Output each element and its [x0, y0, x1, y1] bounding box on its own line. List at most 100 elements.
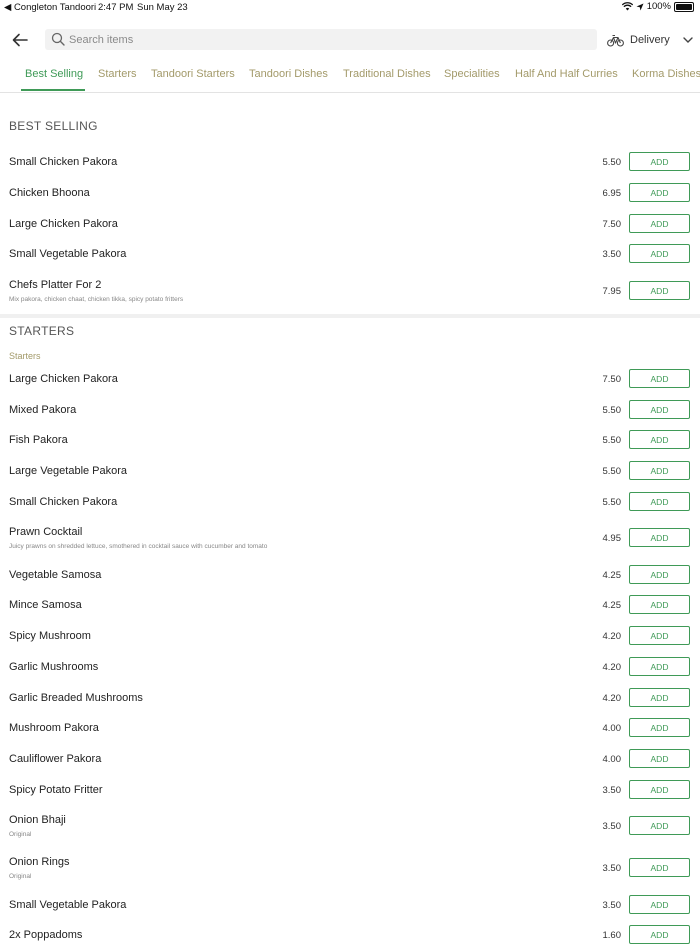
- add-button[interactable]: ADD: [629, 528, 690, 547]
- section-title-starters: STARTERS: [9, 324, 75, 338]
- item-name: Fish Pakora: [9, 434, 68, 446]
- add-button[interactable]: ADD: [629, 749, 690, 768]
- search-input[interactable]: [69, 29, 589, 50]
- item-price: 7.50: [602, 219, 622, 230]
- item-price: 4.00: [602, 754, 622, 765]
- item-price: 4.00: [602, 723, 622, 734]
- item-description: Original: [9, 831, 32, 838]
- search-bar[interactable]: [45, 29, 597, 50]
- item-price: 3.50: [602, 249, 622, 260]
- status-date: Sun May 23: [137, 2, 188, 13]
- add-button[interactable]: ADD: [629, 492, 690, 511]
- delivery-label: Delivery: [630, 34, 670, 46]
- item-price: 5.50: [602, 157, 622, 168]
- section-divider: [0, 314, 700, 318]
- add-button[interactable]: ADD: [629, 858, 690, 877]
- search-icon: [51, 32, 65, 46]
- item-description: Juicy prawns on shredded lettuce, smothe…: [9, 543, 268, 550]
- delivery-selector[interactable]: Delivery: [607, 31, 694, 49]
- back-arrow-button[interactable]: [9, 30, 31, 50]
- item-name: Large Vegetable Pakora: [9, 465, 128, 477]
- section-subheading: Starters: [9, 351, 41, 361]
- add-button[interactable]: ADD: [629, 595, 690, 614]
- status-right: 100%: [621, 1, 694, 12]
- item-price: 4.25: [602, 570, 622, 581]
- item-name: Chefs Platter For 2: [9, 279, 102, 291]
- status-time: 2:47 PM: [98, 2, 134, 13]
- item-name: Mushroom Pakora: [9, 722, 99, 734]
- tab-korma-dishes[interactable]: Korma Dishes: [632, 68, 700, 80]
- item-price: 4.20: [602, 693, 622, 704]
- item-price: 1.60: [602, 930, 622, 941]
- add-button[interactable]: ADD: [629, 214, 690, 233]
- tab-starters[interactable]: Starters: [98, 68, 137, 80]
- item-name: Mince Samosa: [9, 599, 82, 611]
- battery-percent: 100%: [646, 1, 671, 12]
- add-button[interactable]: ADD: [629, 461, 690, 480]
- item-price: 4.25: [602, 600, 622, 611]
- add-button[interactable]: ADD: [629, 183, 690, 202]
- location-arrow-icon: [636, 3, 644, 10]
- tab-half-and-half-curries[interactable]: Half And Half Curries: [515, 68, 618, 80]
- add-button[interactable]: ADD: [629, 281, 690, 300]
- item-name: Mixed Pakora: [9, 404, 77, 416]
- item-name: Onion Rings: [9, 856, 70, 868]
- item-name: Spicy Mushroom: [9, 630, 91, 642]
- item-name: Cauliflower Pakora: [9, 753, 102, 765]
- item-name: Small Vegetable Pakora: [9, 248, 127, 260]
- item-price: 7.95: [602, 286, 622, 297]
- tab-tandoori-dishes[interactable]: Tandoori Dishes: [249, 68, 328, 80]
- item-name: Chicken Bhoona: [9, 187, 90, 199]
- add-button[interactable]: ADD: [629, 565, 690, 584]
- add-button[interactable]: ADD: [629, 657, 690, 676]
- item-name: Vegetable Samosa: [9, 569, 102, 581]
- active-tab-indicator: [21, 89, 85, 91]
- add-button[interactable]: ADD: [629, 895, 690, 914]
- item-name: 2x Poppadoms: [9, 929, 83, 941]
- tab-traditional-dishes[interactable]: Traditional Dishes: [343, 68, 431, 80]
- tab-specialities[interactable]: Specialities: [444, 68, 500, 80]
- item-price: 7.50: [602, 374, 622, 385]
- item-name: Small Chicken Pakora: [9, 156, 118, 168]
- add-button[interactable]: ADD: [629, 244, 690, 263]
- item-description: Original: [9, 873, 32, 880]
- section-title-best-selling: BEST SELLING: [9, 119, 98, 133]
- item-price: 5.50: [602, 497, 622, 508]
- status-bar: ◀ Congleton Tandoori 2:47 PM Sun May 23 …: [0, 0, 700, 14]
- item-name: Garlic Breaded Mushrooms: [9, 692, 143, 704]
- add-button[interactable]: ADD: [629, 925, 690, 944]
- add-button[interactable]: ADD: [629, 369, 690, 388]
- back-arrow-icon: [12, 33, 28, 47]
- add-button[interactable]: ADD: [629, 152, 690, 171]
- add-button[interactable]: ADD: [629, 718, 690, 737]
- item-name: Onion Bhaji: [9, 814, 66, 826]
- item-price: 5.50: [602, 466, 622, 477]
- chevron-down-icon: [683, 37, 693, 43]
- item-price: 4.20: [602, 662, 622, 673]
- add-button[interactable]: ADD: [629, 780, 690, 799]
- add-button[interactable]: ADD: [629, 430, 690, 449]
- add-button[interactable]: ADD: [629, 688, 690, 707]
- item-name: Spicy Potato Fritter: [9, 784, 103, 796]
- back-to-app-link[interactable]: ◀ Congleton Tandoori: [4, 2, 96, 13]
- item-price: 3.50: [602, 821, 622, 832]
- item-price: 4.95: [602, 533, 622, 544]
- item-name: Small Chicken Pakora: [9, 496, 118, 508]
- tab-tandoori-starters[interactable]: Tandoori Starters: [151, 68, 235, 80]
- item-price: 4.20: [602, 631, 622, 642]
- item-price: 5.50: [602, 405, 622, 416]
- tab-best-selling[interactable]: Best Selling: [25, 68, 83, 80]
- item-name: Large Chicken Pakora: [9, 218, 118, 230]
- item-description: Mix pakora, chicken chaat, chicken tikka…: [9, 296, 184, 303]
- add-button[interactable]: ADD: [629, 400, 690, 419]
- item-price: 3.50: [602, 863, 622, 874]
- item-price: 6.95: [602, 188, 622, 199]
- item-price: 3.50: [602, 785, 622, 796]
- item-name: Prawn Cocktail: [9, 526, 83, 538]
- add-button[interactable]: ADD: [629, 626, 690, 645]
- item-name: Large Chicken Pakora: [9, 373, 118, 385]
- wifi-icon: [621, 2, 633, 11]
- add-button[interactable]: ADD: [629, 816, 690, 835]
- bicycle-icon: [607, 34, 624, 47]
- item-name: Small Vegetable Pakora: [9, 899, 127, 911]
